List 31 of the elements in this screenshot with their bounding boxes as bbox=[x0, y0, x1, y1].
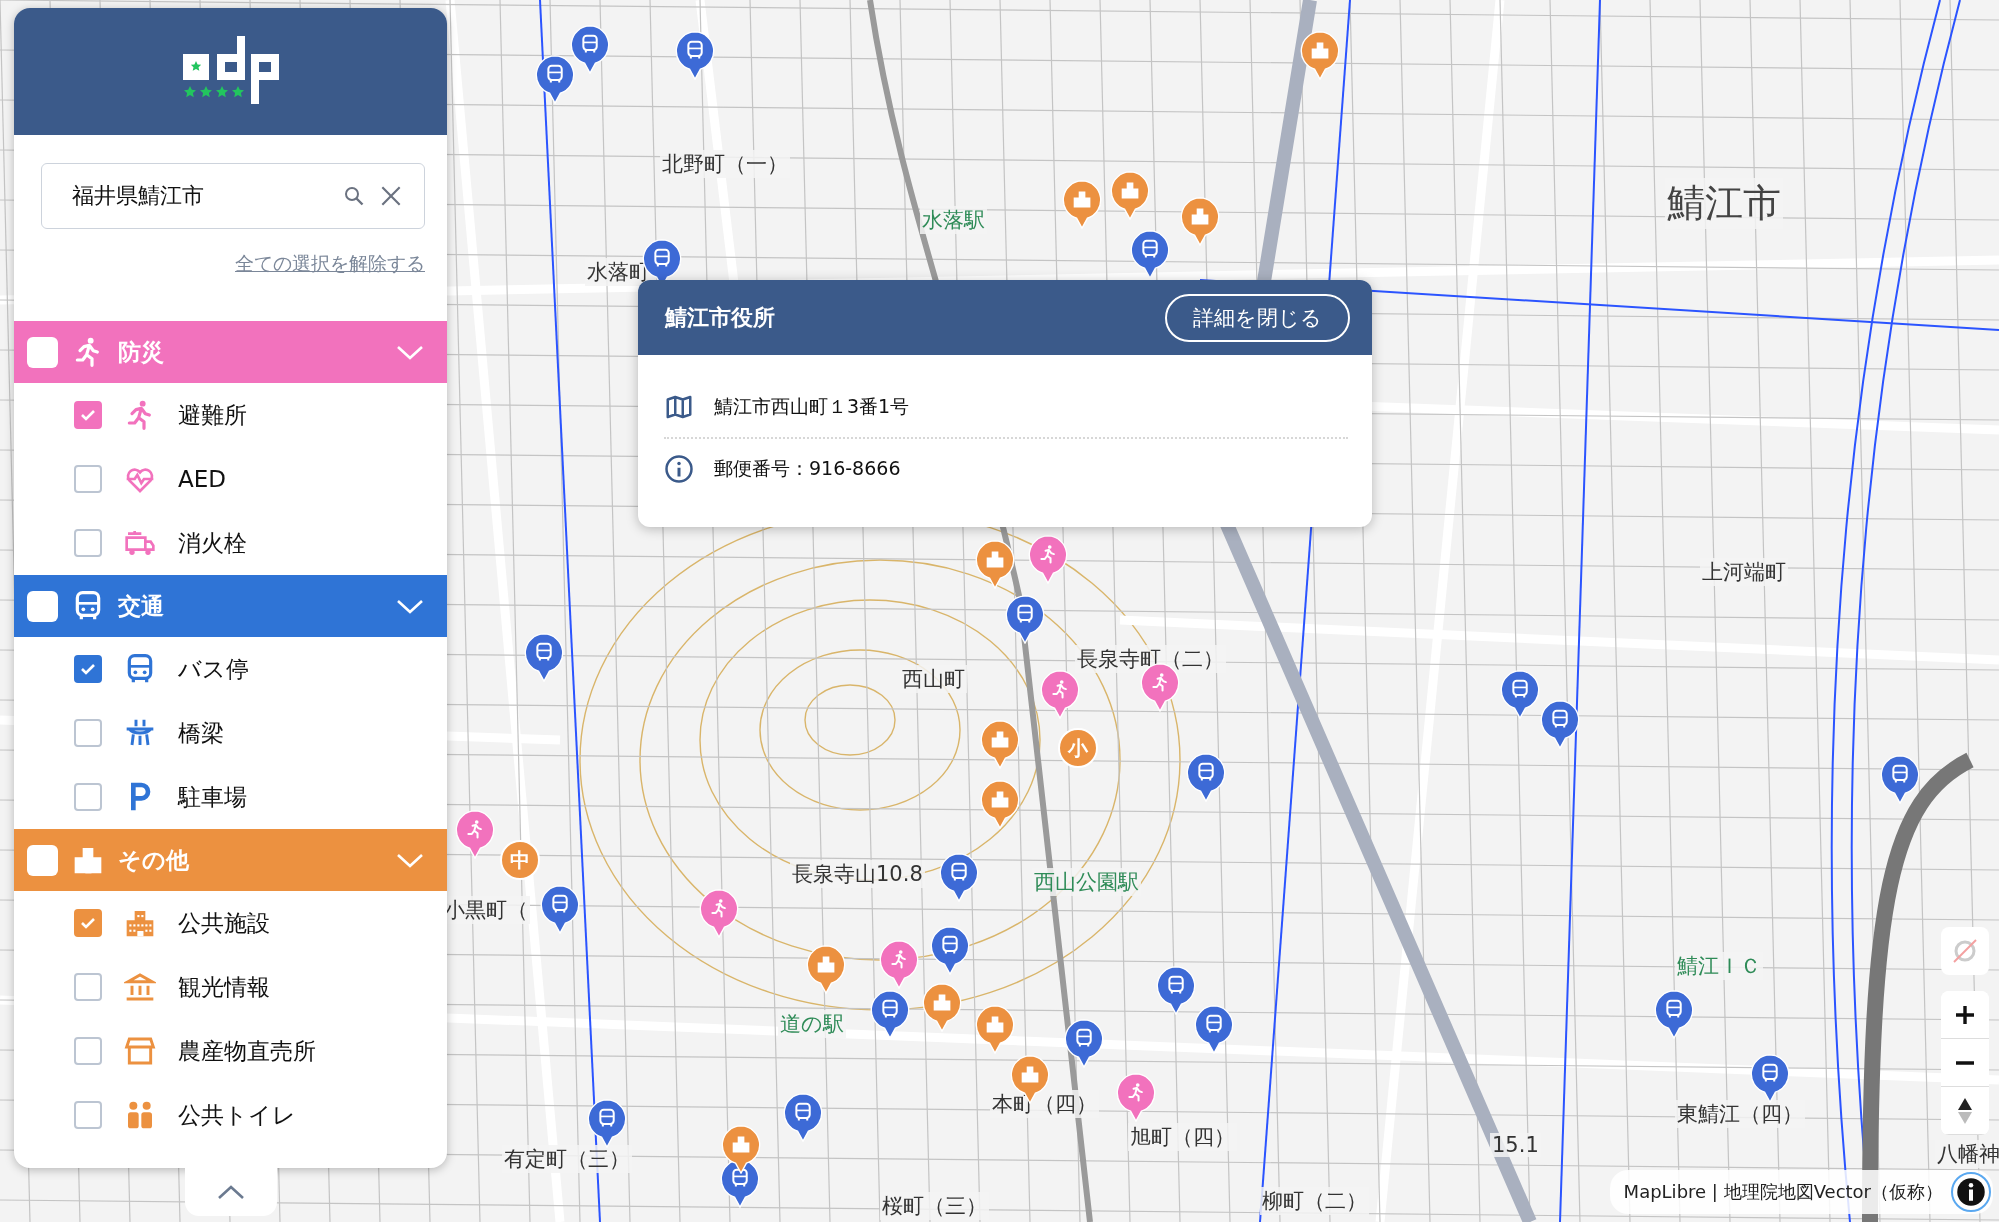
map-place-label: 八幡神 bbox=[1935, 1140, 1999, 1168]
map-place-label: 水落駅 bbox=[920, 206, 987, 234]
popup-detail-text: 鯖江市西山町１3番1号 bbox=[714, 394, 910, 419]
layer-label: 避難所 bbox=[178, 400, 247, 430]
map-place-label: 西山町 bbox=[900, 665, 967, 693]
popup-title: 鯖江市役所 bbox=[665, 303, 775, 332]
map-place-label: 上河端町 bbox=[1700, 558, 1788, 586]
layer-label: 駐車場 bbox=[178, 782, 247, 812]
category-label: 防災 bbox=[118, 337, 165, 367]
map-place-label: 北野町（一） bbox=[660, 150, 790, 178]
map-place-label: 桜町（三） bbox=[880, 1192, 989, 1220]
layer-label: 農産物直売所 bbox=[178, 1036, 316, 1066]
layer-label: 公共トイレ bbox=[178, 1100, 296, 1130]
map-place-label: 道の駅 bbox=[778, 1010, 846, 1038]
layer-label: 橋梁 bbox=[178, 718, 224, 748]
category-label: その他 bbox=[118, 845, 190, 875]
map-attribution: MapLibre | 地理院地図Vector（仮称） bbox=[1623, 1180, 1943, 1204]
map-place-label: 西山公園駅 bbox=[1032, 868, 1141, 896]
map-place-label: 東鯖江（四） bbox=[1675, 1100, 1805, 1128]
map-place-label: 長泉寺山10.8 bbox=[790, 860, 925, 888]
popup-detail-text: 郵便番号：916-8666 bbox=[714, 456, 901, 481]
category-label: 交通 bbox=[118, 591, 165, 621]
map-place-label: 鯖江ＩＣ bbox=[1675, 952, 1763, 980]
layer-label: 観光情報 bbox=[178, 972, 270, 1002]
map-place-label: 鯖江市 bbox=[1665, 178, 1783, 229]
map-place-label: 有定町（三） bbox=[502, 1145, 632, 1173]
layer-label: AED bbox=[178, 466, 226, 492]
map-place-label: 柳町（二） bbox=[1260, 1187, 1369, 1215]
layer-label: 公共施設 bbox=[178, 908, 270, 938]
layer-label: バス停 bbox=[178, 654, 249, 684]
layer-label: 消火栓 bbox=[178, 528, 247, 558]
